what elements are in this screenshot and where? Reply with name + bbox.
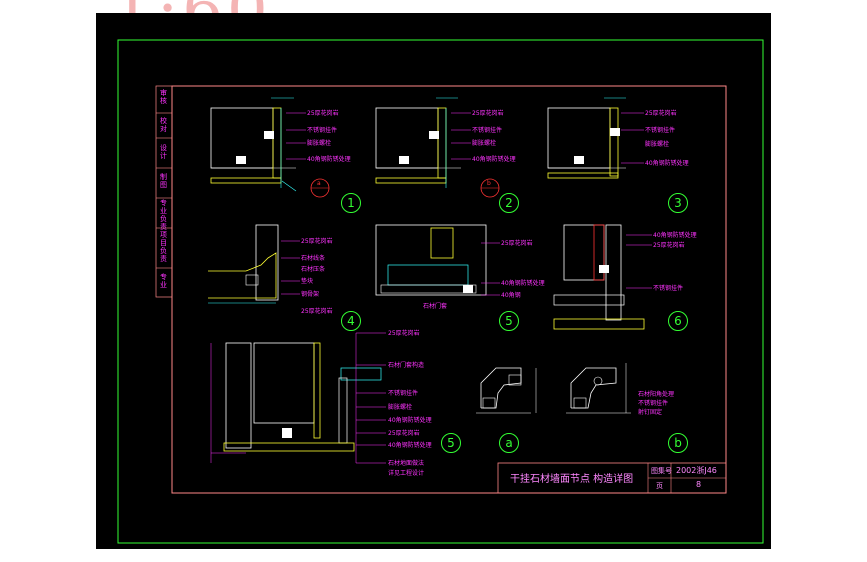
detail-number-5: 5	[499, 311, 519, 331]
detail-5b-label: 详见工程设计	[388, 470, 425, 477]
detail-5b-label: 40角钢防锈处理	[388, 417, 432, 424]
detail-2-label: 25厚花岗岩	[472, 110, 504, 117]
detail-5-label: 25厚花岗岩	[501, 240, 533, 247]
detail-5b-label: 25厚花岗岩	[388, 430, 420, 437]
detail-1-callout: a	[317, 180, 321, 187]
detail-1-label: 膨胀螺栓	[307, 140, 332, 147]
detail-4-label: 石材线条	[301, 255, 326, 262]
detail-5b-label: 石材门套构造	[388, 362, 425, 369]
detail-4-label: 石材压条	[301, 266, 326, 273]
atlas-label: 图集号	[651, 467, 672, 475]
detail-number-a: a	[499, 433, 519, 453]
sidebar-label: 审核	[160, 89, 167, 105]
detail-1-label: 40角钢防锈处理	[307, 156, 351, 163]
detail-3-label: 膨胀螺栓	[645, 141, 670, 148]
page-value: 8	[696, 480, 702, 489]
detail-6-label: 40角钢防锈处理	[653, 232, 697, 239]
detail-5b-label: 25厚花岗岩	[388, 330, 420, 337]
detail-4-label: 垫块	[301, 278, 314, 285]
detail-5b-label: 膨胀螺栓	[388, 404, 413, 411]
detail-3-label: 40角钢防锈处理	[645, 160, 689, 167]
detail-6-label: 不锈钢挂件	[653, 285, 684, 292]
detail-number-1: 1	[341, 193, 361, 213]
detail-3-label: 不锈钢挂件	[645, 127, 676, 134]
detail-2-callout: b	[487, 180, 491, 187]
sidebar-label: 设计	[160, 144, 167, 160]
detail-b-label: 不锈钢挂件	[638, 400, 669, 407]
sidebar-label: 校对	[160, 117, 167, 133]
detail-3-label: 25厚花岗岩	[645, 110, 677, 117]
detail-4-label: 25厚花岗岩	[301, 238, 333, 245]
detail-5b-label: 不锈钢挂件	[388, 390, 419, 397]
page-label: 页	[656, 482, 663, 490]
detail-number-6: 6	[668, 311, 688, 331]
detail-2-label: 膨胀螺栓	[472, 140, 497, 147]
detail-b-label: 石材阳角处理	[638, 391, 675, 398]
detail-6-label: 25厚花岗岩	[653, 242, 685, 249]
sidebar-label: 专业负责	[160, 199, 167, 231]
detail-4-label: 25厚花岗岩	[301, 308, 333, 315]
detail-number-b: b	[668, 433, 688, 453]
atlas-value: 2002浙J46	[676, 466, 717, 475]
cad-drawing-canvas[interactable]: 审核 校对 设计 制图 专业负责 项目负责 专业 25厚花岗岩 不锈钢挂件 膨胀…	[96, 13, 771, 549]
detail-2-label: 不锈钢挂件	[472, 127, 503, 134]
detail-number-5b: 5	[441, 433, 461, 453]
detail-1-label: 不锈钢挂件	[307, 127, 338, 134]
detail-1-label: 25厚花岗岩	[307, 110, 339, 117]
detail-5-label: 40角钢防锈处理	[501, 280, 545, 287]
detail-number-4: 4	[341, 311, 361, 331]
detail-number-2: 2	[499, 193, 519, 213]
detail-5-label: 石材门套	[423, 303, 448, 310]
sidebar-label: 制图	[160, 173, 167, 189]
drawing-title: 干挂石材墙面节点 构造详图	[510, 474, 634, 485]
detail-number-3: 3	[668, 193, 688, 213]
detail-5-label: 40角钢	[501, 292, 521, 299]
detail-2-label: 40角钢防锈处理	[472, 156, 516, 163]
detail-b-label: 射钉固定	[638, 409, 663, 416]
detail-4-label: 钢骨架	[301, 291, 320, 298]
sidebar-label: 专业	[160, 273, 167, 289]
sidebar-label: 项目负责	[160, 231, 167, 263]
detail-5b-label: 40角钢防锈处理	[388, 442, 432, 449]
detail-5b-label: 石材地面做法	[388, 460, 425, 467]
